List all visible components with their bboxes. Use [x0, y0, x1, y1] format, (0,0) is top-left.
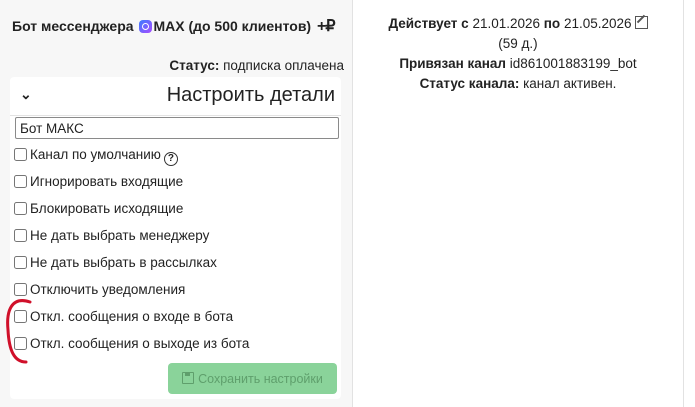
- bound-label: Привязан канал: [399, 56, 507, 71]
- save-disk-icon: [182, 371, 195, 384]
- plan-title-text: Бот мессенджера: [12, 18, 134, 34]
- option-label: Канал по умолчанию: [30, 147, 161, 162]
- option-block-outgoing[interactable]: Блокировать исходящие: [14, 201, 183, 216]
- option-label: Откл. сообщения о выходе из бота: [30, 336, 250, 351]
- option-hide-from-manager[interactable]: Не дать выбрать менеджеру: [14, 228, 209, 243]
- period-days: (59 д.): [498, 36, 538, 51]
- option-label: Не дать выбрать менеджеру: [30, 228, 210, 243]
- hide-from-manager-checkbox[interactable]: [14, 229, 27, 242]
- settings-panel: ⌄ Настроить детали Канал по умолчанию? И…: [10, 77, 341, 399]
- to-label: по: [543, 16, 561, 31]
- channel-status-label: Статус канала:: [419, 76, 520, 91]
- channel-name-input[interactable]: [15, 117, 339, 139]
- table-edge: [684, 0, 695, 407]
- date-from: 21.01.2026: [472, 16, 541, 31]
- channel-status: Статус канала: канал активен.: [353, 76, 683, 91]
- option-label: Не дать выбрать в рассылках: [30, 255, 217, 270]
- active-period: Действует с 21.01.2026 по 21.05.2026: [353, 16, 683, 31]
- option-label: Откл. сообщения о входе в бота: [30, 309, 234, 324]
- chevron-down-icon[interactable]: ⌄: [20, 86, 32, 103]
- bound-channel: Привязан канал id861001883199_bot: [353, 56, 683, 71]
- channel-info-cell: Действует с 21.01.2026 по 21.05.2026 (59…: [353, 0, 684, 407]
- channel-status-value: канал активен.: [523, 76, 617, 91]
- default-channel-checkbox[interactable]: [14, 148, 27, 161]
- channel-id: id861001883199_bot: [509, 56, 637, 71]
- option-disable-leave-messages[interactable]: Откл. сообщения о выходе из бота: [14, 336, 249, 351]
- settings-panel-header[interactable]: ⌄ Настроить детали: [10, 77, 341, 116]
- edit-icon[interactable]: [634, 16, 648, 29]
- hide-from-mailings-checkbox[interactable]: [14, 256, 27, 269]
- plan-title: Бот мессенджера MAX (до 500 клиентов) +₽: [12, 16, 335, 36]
- option-default-channel[interactable]: Канал по умолчанию?: [14, 147, 178, 166]
- block-outgoing-checkbox[interactable]: [14, 202, 27, 215]
- max-logo-icon: [139, 20, 153, 33]
- subscription-status: Статус: подписка оплачена: [169, 58, 344, 73]
- option-disable-join-messages[interactable]: Откл. сообщения о входе в бота: [14, 309, 233, 324]
- option-label: Блокировать исходящие: [30, 201, 184, 216]
- option-label: Отключить уведомления: [30, 282, 186, 297]
- red-annotation-bracket: [6, 299, 32, 364]
- add-payment-icon[interactable]: +₽: [317, 18, 336, 35]
- option-label: Игнорировать входящие: [30, 174, 184, 189]
- status-value: подписка оплачена: [223, 58, 344, 73]
- save-settings-label: Сохранить настройки: [198, 371, 323, 386]
- option-hide-from-mailings[interactable]: Не дать выбрать в рассылках: [14, 255, 217, 270]
- save-settings-button[interactable]: Сохранить настройки: [168, 363, 337, 394]
- option-ignore-incoming[interactable]: Игнорировать входящие: [14, 174, 183, 189]
- date-to: 21.05.2026: [563, 16, 632, 31]
- subscription-details-cell: Бот мессенджера MAX (до 500 клиентов) +₽…: [0, 0, 353, 407]
- status-label: Статус:: [169, 58, 220, 73]
- settings-panel-title: Настроить детали: [166, 84, 335, 106]
- ignore-incoming-checkbox[interactable]: [14, 175, 27, 188]
- active-label: Действует с: [388, 16, 469, 31]
- help-icon[interactable]: ?: [163, 152, 178, 166]
- plan-brand: MAX (до 500 клиентов): [153, 18, 312, 34]
